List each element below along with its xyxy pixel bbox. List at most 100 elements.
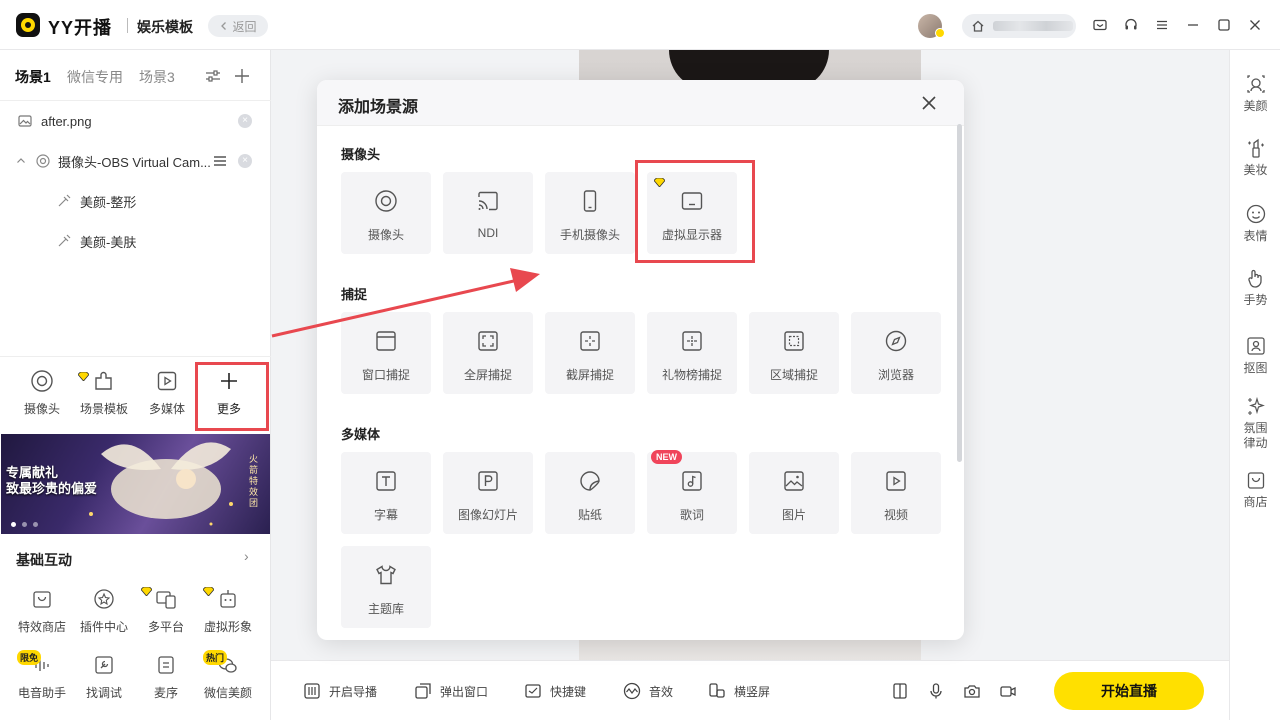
- source-item[interactable]: 美颜-整形: [0, 181, 271, 221]
- source-tile-gift-rank-capture[interactable]: 礼物榜捕捉: [647, 312, 737, 394]
- video-camera-icon[interactable]: [998, 681, 1018, 701]
- start-live-button[interactable]: 开始直播: [1054, 672, 1204, 710]
- tab-scene-3[interactable]: 场景3: [139, 67, 175, 87]
- minimize-icon[interactable]: [1183, 15, 1203, 35]
- source-tile-sticker[interactable]: 贴纸: [545, 452, 635, 534]
- interact-label: 找调试: [85, 686, 122, 700]
- source-tile-fullscreen-capture[interactable]: 全屏捕捉: [443, 312, 533, 394]
- makeup-button[interactable]: 美妆: [1230, 136, 1280, 178]
- region-icon: [781, 328, 807, 354]
- channel-selector[interactable]: [962, 14, 1076, 38]
- window-icon: [373, 328, 399, 354]
- image-icon: [18, 115, 32, 127]
- source-tile-video[interactable]: 视频: [851, 452, 941, 534]
- source-label: after.png: [41, 113, 92, 129]
- quick-media-button[interactable]: 多媒体: [139, 367, 195, 427]
- promo-banner[interactable]: 专属献礼 致最珍贵的偏爱 火箭特效团: [1, 434, 270, 534]
- back-button[interactable]: 返回: [208, 15, 268, 37]
- mic-queue-button[interactable]: 麦序: [134, 652, 198, 712]
- ambience-button[interactable]: 氛围律动: [1230, 394, 1280, 451]
- fullscreen-icon: [475, 328, 501, 354]
- banner-pagination[interactable]: [11, 522, 38, 527]
- source-tile-ndi[interactable]: NDI: [443, 172, 533, 254]
- close-icon[interactable]: [918, 92, 940, 114]
- layout-split-icon[interactable]: [890, 681, 910, 701]
- snapshot-camera-icon[interactable]: [962, 681, 982, 701]
- sparkle-icon: [1244, 394, 1268, 418]
- right-label: 表情: [1243, 229, 1268, 243]
- multi-screen-icon: [153, 586, 179, 612]
- effects-store-button[interactable]: 特效商店: [10, 586, 74, 646]
- source-tile-phone-camera[interactable]: 手机摄像头: [545, 172, 635, 254]
- add-scene-icon[interactable]: [232, 66, 252, 86]
- tile-label: 图像幻灯片: [457, 508, 518, 522]
- store-bag-icon: [29, 586, 55, 612]
- remove-source-icon[interactable]: ×: [238, 154, 252, 168]
- cast-icon: [475, 188, 501, 214]
- source-item[interactable]: 摄像头-OBS Virtual Cam... ×: [0, 141, 271, 181]
- menu-icon[interactable]: [1152, 15, 1172, 35]
- tile-label: 全屏捕捉: [463, 368, 512, 382]
- source-tile-camera[interactable]: 摄像头: [341, 172, 431, 254]
- chevron-up-icon[interactable]: [15, 155, 27, 167]
- wave-circle-icon: [623, 682, 641, 700]
- source-tile-theme-library[interactable]: 主题库: [341, 546, 431, 628]
- popout-window-button[interactable]: 弹出窗口: [414, 681, 488, 701]
- scene-settings-icon[interactable]: [203, 66, 223, 86]
- source-tile-region-capture[interactable]: 区域捕捉: [749, 312, 839, 394]
- source-tile-browser[interactable]: 浏览器: [851, 312, 941, 394]
- orientation-button[interactable]: 横竖屏: [708, 681, 770, 701]
- source-item[interactable]: 美颜-美肤: [0, 221, 271, 261]
- play-icon: [883, 468, 909, 494]
- support-headset-icon[interactable]: [1121, 15, 1141, 35]
- bottom-label: 横竖屏: [734, 684, 771, 699]
- source-tile-screenshot-capture[interactable]: 截屏捕捉: [545, 312, 635, 394]
- cutout-button[interactable]: 抠图: [1230, 334, 1280, 376]
- interact-more-chevron-icon[interactable]: ›: [244, 548, 249, 564]
- source-label: 美颜-美肤: [80, 234, 137, 250]
- source-tile-slideshow[interactable]: 图像幻灯片: [443, 452, 533, 534]
- camera-icon: [36, 154, 50, 168]
- maximize-icon[interactable]: [1214, 15, 1234, 35]
- drag-handle-icon[interactable]: [212, 153, 228, 169]
- star-badge-icon: [91, 586, 117, 612]
- plugin-center-button[interactable]: 插件中心: [72, 586, 136, 646]
- camera-icon: [373, 188, 399, 214]
- music-note-icon: [679, 468, 705, 494]
- popout-icon: [415, 683, 431, 699]
- source-tile-window-capture[interactable]: 窗口捕捉: [341, 312, 431, 394]
- highlight-virtual-display-box: [635, 160, 755, 263]
- source-tile-lyrics[interactable]: 歌词 NEW: [647, 450, 737, 534]
- tile-label: 截屏捕捉: [565, 368, 614, 382]
- back-arrow-icon: [221, 22, 227, 30]
- interact-label: 电音助手: [17, 686, 66, 700]
- compass-icon: [883, 328, 909, 354]
- gesture-button[interactable]: 手势: [1230, 266, 1280, 308]
- beauty-button[interactable]: 美颜: [1230, 72, 1280, 114]
- remove-source-icon[interactable]: ×: [238, 114, 252, 128]
- microphone-icon[interactable]: [926, 681, 946, 701]
- source-tile-image[interactable]: 图片: [749, 452, 839, 534]
- tile-label: 摄像头: [367, 228, 404, 242]
- mail-icon[interactable]: [1090, 15, 1110, 35]
- close-window-icon[interactable]: [1245, 15, 1265, 35]
- source-item[interactable]: after.png ×: [0, 101, 271, 141]
- quick-camera-button[interactable]: 摄像头: [14, 367, 70, 427]
- play-icon: [153, 367, 181, 395]
- debug-button[interactable]: 找调试: [72, 652, 136, 712]
- tile-label: 主题库: [367, 602, 404, 616]
- rotate-screen-icon: [709, 683, 725, 698]
- interact-label: 微信美颜: [203, 686, 252, 700]
- shop-button[interactable]: 商店: [1230, 468, 1280, 510]
- emoji-button[interactable]: 表情: [1230, 202, 1280, 244]
- director-mode-button[interactable]: 开启导播: [303, 681, 377, 701]
- bottom-toolbar: 开启导播 弹出窗口 快捷键 音效 横竖屏 开始直播: [271, 660, 1229, 720]
- dialog-scrollbar[interactable]: [957, 124, 962, 462]
- source-tile-subtitle[interactable]: 字幕: [341, 452, 431, 534]
- hotkeys-button[interactable]: 快捷键: [524, 681, 586, 701]
- tab-scene-1[interactable]: 场景1: [15, 67, 51, 87]
- right-label: 美颜: [1243, 99, 1268, 113]
- interact-label: 多平台: [147, 620, 184, 634]
- tab-wechat[interactable]: 微信专用: [67, 67, 123, 87]
- sound-effects-button[interactable]: 音效: [623, 681, 673, 701]
